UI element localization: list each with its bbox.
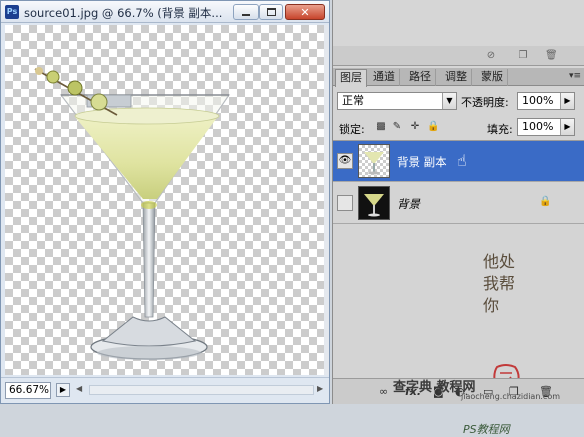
layers-panel: 图层 通道 路径 调整 蒙版 ▾≡ 正常 ▼ 不透明度: 100% ▶ 锁定: … (333, 68, 584, 436)
lock-pixels-icon[interactable]: ✎ (391, 121, 403, 133)
lock-transparency-icon[interactable]: ▩ (375, 121, 387, 133)
fill-value: 100% (522, 120, 554, 133)
zoom-level-field[interactable]: 66.67% (5, 382, 51, 399)
fill-label: 填充: (487, 123, 513, 136)
photoshop-icon: Ps (5, 5, 19, 19)
panel-dock: ⊘ ❐ 🗑 图层 通道 路径 调整 蒙版 ▾≡ 正常 ▼ 不透明度: 100% … (332, 0, 584, 436)
document-title: source01.jpg @ 66.7% (背景 副本... (24, 6, 223, 20)
opacity-value: 100% (522, 94, 554, 107)
hand-cursor-icon: ☝ (457, 151, 467, 170)
horizontal-scrollbar[interactable] (89, 385, 314, 395)
opacity-label: 不透明度: (461, 96, 509, 109)
layer-list: 👁 背景 副本 ☝ 背景 🔒 他处我帮你 PS教程网 (333, 140, 584, 436)
lock-icon: 🔒 (539, 196, 552, 207)
tab-channels[interactable]: 通道 (369, 69, 400, 86)
minimize-button[interactable] (233, 4, 259, 20)
layer-row-background[interactable]: 背景 🔒 (333, 183, 584, 224)
lock-all-icon[interactable]: 🔒 (427, 121, 439, 133)
document-statusbar: 66.67% ▶ ◀ ▶ (1, 377, 329, 403)
layer-thumbnail (358, 186, 390, 220)
visibility-toggle-empty[interactable] (337, 195, 353, 211)
blend-mode-select[interactable]: 正常 ▼ (337, 92, 457, 110)
layers-panel-tabs: 图层 通道 路径 调整 蒙版 ▾≡ (333, 68, 584, 87)
blend-mode-value: 正常 (342, 94, 364, 107)
maximize-button[interactable] (259, 4, 283, 20)
minimize-icon (242, 14, 250, 16)
eye-icon[interactable]: 👁 (337, 153, 353, 169)
fill-field[interactable]: 100% ▶ (517, 118, 575, 136)
watermark-vertical-text: 他处我帮你 (483, 252, 516, 315)
trash-icon[interactable]: 🗑 (545, 50, 558, 62)
image-canvas[interactable] (5, 25, 324, 375)
layer-name: 背景 副本 (397, 155, 447, 169)
lock-label: 锁定: (339, 123, 365, 136)
martini-glass-image (34, 67, 231, 360)
panel-menu-icon[interactable]: ▾≡ (569, 71, 581, 81)
watermark-bottom-url: jiaocheng.chazidian.com (461, 392, 561, 401)
scroll-left-icon[interactable]: ◀ (76, 384, 88, 397)
chevron-right-icon: ▶ (560, 119, 574, 135)
document-window: Ps source01.jpg @ 66.7% (背景 副本... ✕ 66.6… (0, 0, 330, 404)
chevron-down-icon: ▼ (442, 93, 456, 109)
tab-layers[interactable]: 图层 (335, 69, 367, 87)
layer-name: 背景 (397, 197, 420, 211)
stop-icon[interactable]: ⊘ (485, 50, 497, 62)
watermark-site-name: PS教程网 (463, 423, 510, 436)
vertical-scrollbar[interactable] (324, 25, 329, 375)
tab-masks[interactable]: 蒙版 (477, 69, 508, 86)
chevron-right-icon: ▶ (560, 93, 574, 109)
layer-thumbnail (358, 144, 390, 178)
close-button[interactable]: ✕ (285, 4, 325, 20)
opacity-field[interactable]: 100% ▶ (517, 92, 575, 110)
link-icon[interactable]: ∞ (379, 385, 388, 398)
close-icon: ✕ (300, 5, 310, 19)
new-item-icon[interactable]: ❐ (517, 50, 529, 62)
lock-position-icon[interactable]: ✛ (409, 121, 421, 133)
maximize-icon (266, 8, 276, 16)
tab-adjustments[interactable]: 调整 (441, 69, 472, 86)
layer-row-background-copy[interactable]: 👁 背景 副本 ☝ (333, 141, 584, 182)
tab-paths[interactable]: 路径 (405, 69, 436, 86)
upper-panel-footer: ⊘ ❐ 🗑 (333, 46, 584, 66)
document-titlebar[interactable]: Ps source01.jpg @ 66.7% (背景 副本... ✕ (1, 1, 329, 23)
status-menu-arrow-icon[interactable]: ▶ (56, 383, 70, 397)
scroll-right-icon[interactable]: ▶ (317, 384, 327, 397)
